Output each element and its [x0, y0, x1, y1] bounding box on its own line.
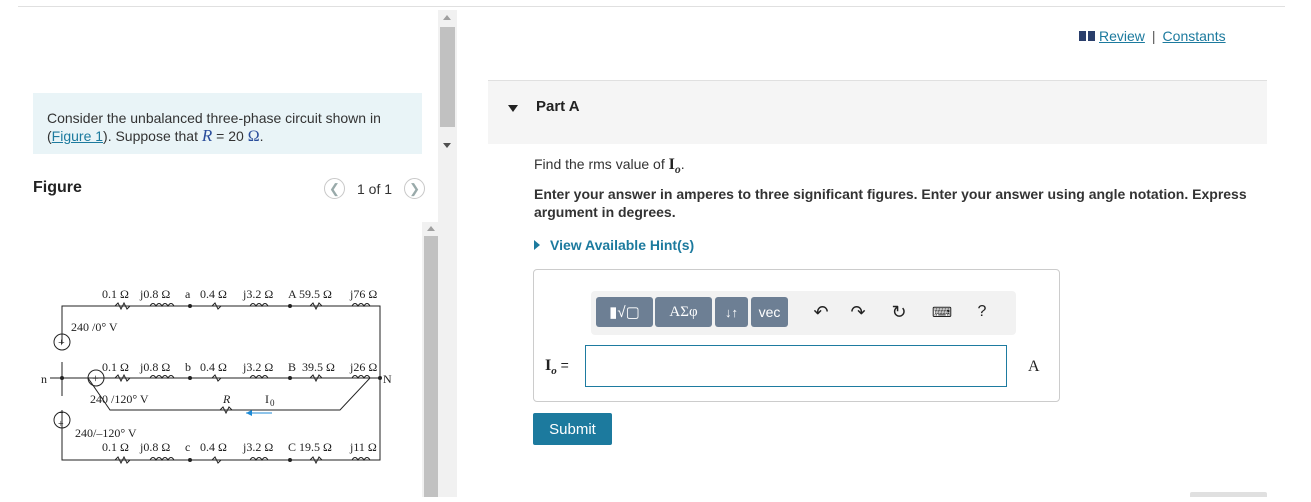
- keyboard-icon[interactable]: ⌨: [929, 300, 955, 324]
- node-a: a: [185, 287, 191, 301]
- source-c: 240/–120° V: [75, 426, 137, 440]
- row3-x1: j0.8 Ω: [139, 440, 170, 454]
- vector-button[interactable]: vec: [751, 297, 788, 327]
- hints-label: View Available Hint(s): [550, 237, 695, 253]
- row2-x1: j0.8 Ω: [139, 360, 170, 374]
- row1-load: A 59.5 Ω: [288, 287, 332, 301]
- node-N: N: [383, 372, 392, 386]
- resistor-R: R: [222, 392, 231, 406]
- row3-x2: j3.2 Ω: [242, 440, 273, 454]
- greek-label: ΑΣφ: [669, 303, 698, 320]
- instructions: Enter your answer in amperes to three si…: [534, 186, 1247, 220]
- answer-label: Io =: [545, 357, 569, 377]
- node-c: c: [185, 440, 190, 454]
- chevron-left-icon: ❮: [329, 180, 340, 196]
- row1-r1: 0.1 Ω: [102, 287, 129, 301]
- figure-link[interactable]: Figure 1: [52, 128, 103, 144]
- hints-toggle[interactable]: View Available Hint(s): [534, 237, 694, 253]
- problem-text: Consider the unbalanced three-phase circ…: [47, 110, 381, 126]
- links-separator: |: [1151, 28, 1156, 44]
- sqrt-template-icon: ▮√▢: [609, 304, 640, 321]
- redo-icon[interactable]: ↷: [845, 300, 871, 324]
- ohm-unit: Ω: [247, 128, 260, 145]
- svg-text:+: +: [92, 371, 99, 385]
- caret-right-icon: [534, 240, 540, 250]
- circuit-diagram: + + − + 0.1 Ω j0.8 Ω a 0.4 Ω j3.2 Ω A 59…: [41, 287, 392, 465]
- row2-r1: 0.1 Ω: [102, 360, 129, 374]
- row3-r1: 0.1 Ω: [102, 440, 129, 454]
- scroll-down-icon[interactable]: [443, 143, 451, 148]
- row2-xload: j26 Ω: [349, 360, 377, 374]
- sub-superscript-button[interactable]: ↓↑: [715, 297, 748, 327]
- question-text: Find the rms value of Io.: [534, 156, 685, 176]
- review-link[interactable]: Review: [1099, 28, 1145, 44]
- resistance-variable: R: [201, 126, 213, 145]
- part-title: Part A: [536, 98, 580, 115]
- help-icon[interactable]: ?: [969, 300, 995, 324]
- pager-count: 1 of 1: [357, 180, 393, 197]
- question-end: .: [680, 156, 685, 172]
- row3-load: C 19.5 Ω: [288, 440, 332, 454]
- part-header[interactable]: Part A: [488, 81, 1267, 144]
- problem-period: .: [259, 128, 264, 144]
- row1-r2: 0.4 Ω: [200, 287, 227, 301]
- figure-title: Figure: [33, 179, 82, 196]
- constants-link[interactable]: Constants: [1163, 28, 1226, 44]
- row1-x1: j0.8 Ω: [139, 287, 170, 301]
- templates-button[interactable]: ▮√▢: [596, 297, 653, 327]
- row3-r2: 0.4 Ω: [200, 440, 227, 454]
- reset-icon[interactable]: ↻: [886, 300, 912, 324]
- circuit-figure: + + − + 0.1 Ω j0.8 Ω a 0.4 Ω j3.2 Ω A 59…: [40, 270, 420, 497]
- node-b: b: [185, 360, 191, 374]
- row1-xload: j76 Ω: [349, 287, 377, 301]
- chevron-right-icon: ❯: [409, 180, 420, 196]
- answer-label-eq: =: [556, 357, 569, 373]
- scroll-thumb[interactable]: [440, 27, 455, 127]
- figure-pager: ❮ 1 of 1 ❯: [324, 178, 426, 199]
- prev-figure-button[interactable]: ❮: [324, 178, 345, 199]
- problem-statement: Consider the unbalanced three-phase circ…: [33, 93, 422, 154]
- greek-button[interactable]: ΑΣφ: [655, 297, 712, 327]
- svg-text:+: +: [58, 419, 64, 430]
- current-Io-sub: 0: [270, 398, 275, 408]
- svg-text:+: +: [58, 335, 65, 349]
- node-n: n: [41, 372, 47, 386]
- row2-r2: 0.4 Ω: [200, 360, 227, 374]
- current-Io: I: [265, 392, 269, 406]
- answer-input[interactable]: [585, 345, 1007, 387]
- row2-load: 39.5 Ω: [302, 360, 335, 374]
- svg-text:−: −: [58, 408, 64, 419]
- source-a: 240 /0° V: [71, 320, 118, 334]
- arrows-updown-icon: ↓↑: [725, 304, 738, 320]
- vec-label: vec: [758, 304, 781, 320]
- figure-scroll-thumb[interactable]: [424, 236, 438, 497]
- left-panel-scrollbar[interactable]: [438, 10, 457, 497]
- source-b: 240 /120° V: [90, 392, 149, 406]
- question-prompt: Find the rms value of: [534, 156, 665, 172]
- answer-box: ▮√▢ ΑΣφ ↓↑ vec ↶ ↷ ↻ ⌨ ? Io = A: [533, 269, 1060, 402]
- undo-icon[interactable]: ↶: [808, 300, 834, 324]
- book-icon: [1079, 31, 1095, 41]
- resistance-value: = 20: [212, 128, 248, 144]
- math-toolbar: ▮√▢ ΑΣφ ↓↑ vec ↶ ↷ ↻ ⌨ ?: [591, 291, 1016, 335]
- answer-unit: A: [1028, 358, 1040, 375]
- submit-button[interactable]: Submit: [533, 413, 612, 445]
- top-divider: [18, 6, 1285, 7]
- next-figure-button[interactable]: ❯: [404, 178, 426, 199]
- row3-xload: j11 Ω: [349, 440, 377, 454]
- row1-x2: j3.2 Ω: [242, 287, 273, 301]
- node-B: B: [288, 360, 296, 374]
- problem-text-2: ). Suppose that: [103, 128, 198, 144]
- resource-links: Review | Constants: [1079, 28, 1226, 44]
- row2-x2: j3.2 Ω: [242, 360, 273, 374]
- scroll-up-icon[interactable]: [427, 226, 435, 231]
- scroll-up-icon[interactable]: [443, 15, 451, 20]
- help-label: ?: [977, 303, 987, 320]
- bottom-corner-bar: [1190, 492, 1267, 497]
- collapse-triangle-icon[interactable]: [508, 105, 518, 112]
